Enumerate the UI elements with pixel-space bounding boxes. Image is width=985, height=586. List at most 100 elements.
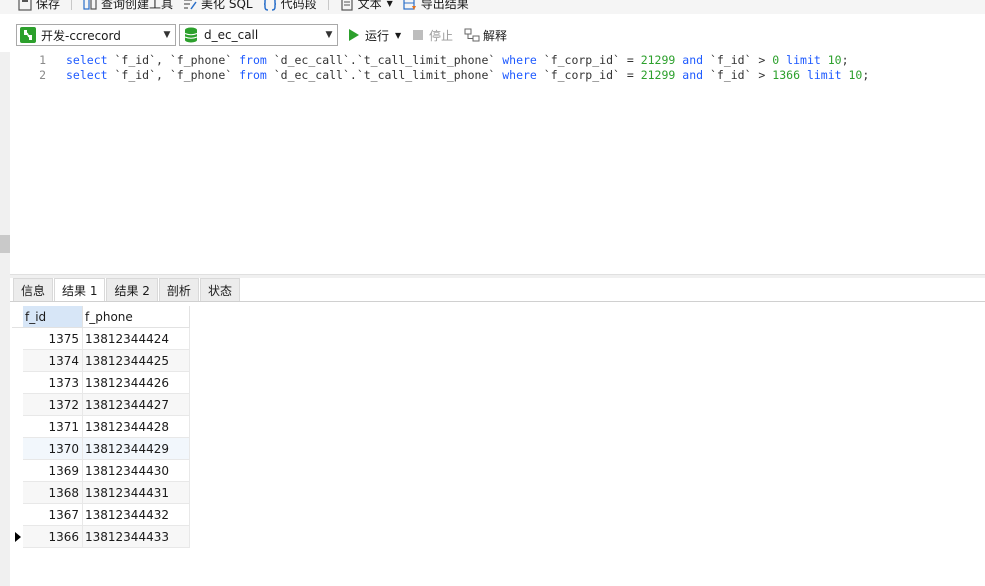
row-selector[interactable] [12,526,23,548]
cell-f-phone[interactable]: 13812344431 [83,482,190,504]
table-row[interactable]: 1371 13812344428 [12,416,190,438]
sql-token: select [66,53,108,67]
sql-token: 10 [827,53,842,67]
cell-f-id[interactable]: 1368 [23,482,83,504]
sql-token: `f_corp_id` = [536,68,641,82]
table-row[interactable]: 1372 13812344427 [12,394,190,416]
query-builder-button[interactable]: 查询创建工具 [78,0,178,11]
row-selector[interactable] [12,504,23,526]
explain-button[interactable]: 解释 [464,26,507,44]
text-document-icon [341,0,353,11]
cell-f-id[interactable]: 1367 [23,504,83,526]
database-select[interactable]: d_ec_call ▼ [179,24,338,46]
tab-1[interactable]: 结果 1 [54,278,106,302]
cell-f-id[interactable]: 1375 [23,328,83,350]
row-selector[interactable] [12,482,23,504]
result-tabs: 信息 结果 1 结果 2 剖析 状态 [13,278,241,302]
cell-f-phone[interactable]: 13812344430 [83,460,190,482]
column-header-f-id[interactable]: f_id [23,306,83,328]
chevron-down-icon: ▼ [386,0,393,8]
query-builder-label: 查询创建工具 [101,0,174,11]
sql-token: `d_ec_call`.`t_call_limit_phone` [266,68,503,82]
table-row[interactable]: 1373 13812344426 [12,372,190,394]
cell-f-phone[interactable]: 13812344426 [83,372,190,394]
beautify-sql-button[interactable]: 美化 SQL [178,0,258,11]
explain-icon [464,28,480,42]
chevron-down-icon: ▼ [163,30,171,40]
export-icon [403,0,416,10]
table-row[interactable]: 1366 13812344433 [12,526,190,548]
cell-f-id[interactable]: 1371 [23,416,83,438]
run-label: 运行 [365,28,390,43]
cell-f-phone[interactable]: 13812344433 [83,526,190,548]
row-selector[interactable] [12,416,23,438]
tab-4[interactable]: 状态 [199,278,240,302]
database-name: d_ec_call [204,28,259,42]
sql-token: `f_id`, `f_phone` [107,53,240,67]
table-row[interactable]: 1367 13812344432 [12,504,190,526]
table-row[interactable]: 1368 13812344431 [12,482,190,504]
export-label: 导出结果 [420,0,469,11]
query-builder-icon [83,0,97,10]
row-selector[interactable] [12,328,23,350]
save-label: 保存 [36,0,61,11]
tab-0[interactable]: 信息 [13,278,54,302]
sql-token: select [66,68,108,82]
sql-token: `f_id` > [703,68,773,82]
table-row[interactable]: 1375 13812344424 [12,328,190,350]
run-button[interactable]: 运行 ▼ [349,26,401,44]
tab-3[interactable]: 剖析 [158,278,199,302]
save-button[interactable]: 保存 [0,0,65,11]
sql-token: 21299 [640,68,676,82]
stop-button[interactable]: 停止 [413,26,453,44]
connection-select[interactable]: 开发-ccrecord ▼ [16,24,176,46]
cell-f-id[interactable]: 1373 [23,372,83,394]
cell-f-phone[interactable]: 13812344424 [83,328,190,350]
sql-token: where [502,53,537,67]
chevron-down-icon[interactable]: ▼ [395,31,401,40]
left-scroll-thumb[interactable] [0,235,10,253]
cell-f-id[interactable]: 1372 [23,394,83,416]
cell-f-phone[interactable]: 13812344425 [83,350,190,372]
main-toolbar: 保存 查询创建工具 美化 SQL 代码段 文本 ▼ 导出结果 [0,0,985,14]
text-mode-button[interactable]: 文本 ▼ [335,0,398,11]
row-selector[interactable] [12,372,23,394]
cell-f-phone[interactable]: 13812344432 [83,504,190,526]
sql-token: where [502,68,537,82]
save-icon [18,0,32,11]
row-selector[interactable] [12,460,23,482]
code-snippet-button[interactable]: 代码段 [258,0,322,11]
cell-f-phone[interactable]: 13812344427 [83,394,190,416]
sql-token: from [239,53,267,67]
sql-token: `f_corp_id` = [536,53,641,67]
tab-2[interactable]: 结果 2 [106,278,158,302]
row-selector[interactable] [12,394,23,416]
sql-editor[interactable]: 1 select `f_id`, `f_phone` from `d_ec_cal… [10,52,985,274]
line-number: 2 [39,68,46,82]
stop-icon [413,30,423,40]
column-header-f-phone[interactable]: f_phone [83,306,190,328]
row-selector[interactable] [12,350,23,372]
sql-token: and [682,68,704,82]
beautify-label: 美化 SQL [201,0,253,11]
cell-f-id[interactable]: 1370 [23,438,83,460]
stop-label: 停止 [429,28,454,43]
cell-f-phone[interactable]: 13812344428 [83,416,190,438]
cell-f-id[interactable]: 1374 [23,350,83,372]
column-header-label: f_id [25,309,47,324]
cell-f-id[interactable]: 1366 [23,526,83,548]
cell-f-id[interactable]: 1369 [23,460,83,482]
toolbar-divider [327,0,329,10]
export-results-button[interactable]: 导出结果 [398,0,474,11]
line-number-gutter [10,52,48,274]
explain-label: 解释 [483,28,508,43]
table-row[interactable]: 1370 13812344429 [12,438,190,460]
code-snippet-icon [263,0,276,11]
cell-f-phone[interactable]: 13812344429 [83,438,190,460]
table-row[interactable]: 1374 13812344425 [12,350,190,372]
table-row[interactable]: 1369 13812344430 [12,460,190,482]
sql-line[interactable]: select `f_id`, `f_phone` from `d_ec_call… [66,68,869,83]
row-selector[interactable] [12,438,23,460]
sql-line[interactable]: select `f_id`, `f_phone` from `d_ec_call… [66,53,849,68]
